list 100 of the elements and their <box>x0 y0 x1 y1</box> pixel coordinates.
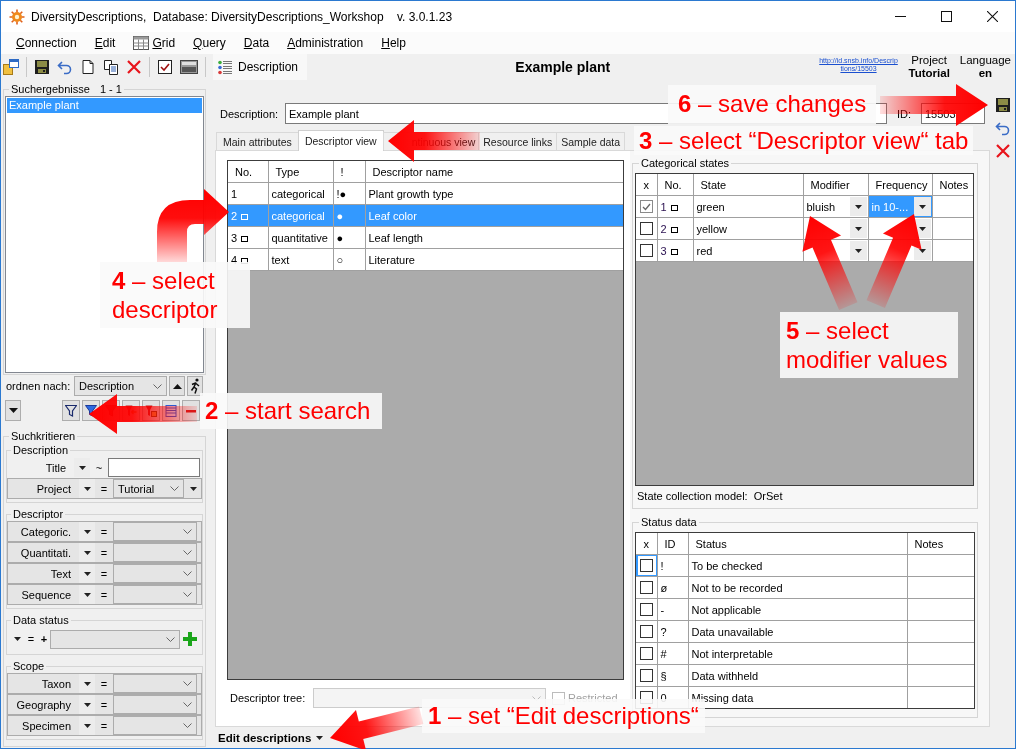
menu-item[interactable]: Grid <box>124 32 185 54</box>
dropdown-button[interactable] <box>849 219 867 238</box>
operator-symbol: = <box>99 588 109 601</box>
criteria-label: Quantitati. <box>19 546 72 559</box>
new-document-icon[interactable] <box>80 59 96 75</box>
checkbox[interactable] <box>639 222 653 236</box>
checkbox[interactable] <box>639 200 653 214</box>
checkbox[interactable] <box>639 244 653 258</box>
operator-button[interactable] <box>79 585 95 604</box>
operator-button[interactable] <box>79 716 95 735</box>
runner-button[interactable] <box>187 376 203 396</box>
menu-item[interactable]: Help <box>372 32 415 54</box>
column-header: Descriptor name <box>365 161 623 183</box>
copy-icon[interactable] <box>103 59 119 75</box>
dropdown-button[interactable] <box>849 241 867 260</box>
checkbox[interactable] <box>639 581 653 595</box>
runner-icon <box>189 378 201 394</box>
column-header: No. <box>657 174 693 196</box>
caret-down-icon <box>83 681 91 686</box>
operator-button[interactable] <box>79 522 95 541</box>
subgroup-title: Descriptor <box>12 507 65 521</box>
operator-button[interactable] <box>79 564 95 583</box>
criteria-label: Geography <box>15 698 72 711</box>
caret-down-icon <box>316 735 324 740</box>
filter-button[interactable] <box>62 400 80 421</box>
criteria-dropdown[interactable]: Tutorial <box>113 479 184 498</box>
panel-icon[interactable] <box>180 59 198 75</box>
operator-button[interactable] <box>79 674 95 693</box>
frequency-value: in 10-... <box>871 200 909 213</box>
caret-down-icon <box>854 248 862 253</box>
modifier-value: bluish <box>806 200 836 213</box>
state-cell: red <box>693 239 803 262</box>
criteria-label: Categoric. <box>19 525 72 538</box>
menu-item[interactable]: Connection <box>7 32 86 54</box>
caret-down-icon[interactable] <box>190 486 197 491</box>
flag-cell: !● <box>333 182 365 205</box>
list-icon <box>218 59 232 75</box>
status-cell: Data unavailable <box>688 620 907 643</box>
tab[interactable]: Descriptor view <box>297 130 384 151</box>
descriptor-name-cell: Leaf length <box>365 226 623 249</box>
window-icon[interactable] <box>3 59 19 75</box>
state-cell: green <box>693 195 803 218</box>
menu-item[interactable]: Query <box>184 32 235 54</box>
chevron-down-icon <box>183 571 192 576</box>
tab[interactable]: Sample data <box>556 132 626 150</box>
subgroup-title: Description <box>12 443 70 457</box>
menu-item[interactable]: Administration <box>278 32 373 54</box>
menu-item[interactable]: Edit <box>85 32 125 54</box>
save-icon[interactable] <box>34 59 50 75</box>
caret-down-icon <box>83 486 91 491</box>
dropdown-button[interactable] <box>913 197 931 216</box>
checkbox[interactable] <box>639 647 653 661</box>
checkbox[interactable] <box>639 603 653 617</box>
row-number: 3 <box>660 244 667 257</box>
plus-icon[interactable] <box>183 632 197 646</box>
description-title: Example plant <box>514 59 612 75</box>
status-cell: Data withheld <box>688 664 907 687</box>
operator-button[interactable] <box>79 543 95 562</box>
operator-button[interactable] <box>79 479 95 498</box>
description-view-button[interactable]: Description <box>213 54 308 80</box>
status-cell: Not applicable <box>688 598 907 621</box>
column-header: Frequency <box>868 174 932 196</box>
sort-up-button[interactable] <box>169 376 185 396</box>
column-header: Modifier <box>803 174 868 196</box>
tab[interactable]: Main attributes <box>216 132 299 150</box>
undo-icon[interactable] <box>57 59 73 75</box>
dropdown-button[interactable] <box>849 197 867 216</box>
checkbox[interactable] <box>639 625 653 639</box>
sort-dropdown[interactable]: Description <box>74 376 167 396</box>
caret-down-icon <box>83 550 91 555</box>
save-icon[interactable] <box>994 97 1011 113</box>
operator-symbol: = <box>99 719 109 732</box>
id-label: ID: <box>897 107 913 120</box>
caret-down-icon <box>918 204 926 209</box>
column-header: Type <box>268 161 333 183</box>
menu-item[interactable]: Data <box>234 32 279 54</box>
cross-icon[interactable] <box>126 59 142 75</box>
cross-icon[interactable] <box>994 143 1011 159</box>
descriptor-row[interactable]: 3 quantitative ● Leaf length <box>228 226 623 249</box>
app-icon <box>9 8 25 25</box>
funnel-icon <box>85 404 97 417</box>
type-cell: categorical <box>268 204 333 227</box>
descriptor-name-cell: Leaf color <box>365 204 623 227</box>
triangle-up-icon <box>172 383 182 389</box>
operator-symbol: = <box>99 698 109 711</box>
descriptor-row[interactable]: 1 categorical !● Plant growth type <box>228 182 623 205</box>
column-header: Notes <box>907 533 974 555</box>
dropdown-button[interactable] <box>5 400 21 421</box>
edit-mode-button[interactable]: Edit descriptions <box>218 731 324 744</box>
descriptor-name-cell: Literature <box>365 248 623 271</box>
operator-symbol: = <box>99 482 109 495</box>
operator-button[interactable] <box>79 695 95 714</box>
checkbox[interactable] <box>639 669 653 683</box>
operator-symbol: = <box>99 567 109 580</box>
funnel-icon <box>65 404 77 417</box>
checked-box-icon[interactable] <box>157 59 173 75</box>
operator-button[interactable] <box>74 458 90 477</box>
undo-icon[interactable] <box>994 120 1011 136</box>
title-input[interactable] <box>108 458 200 477</box>
chevron-down-icon <box>183 529 192 534</box>
